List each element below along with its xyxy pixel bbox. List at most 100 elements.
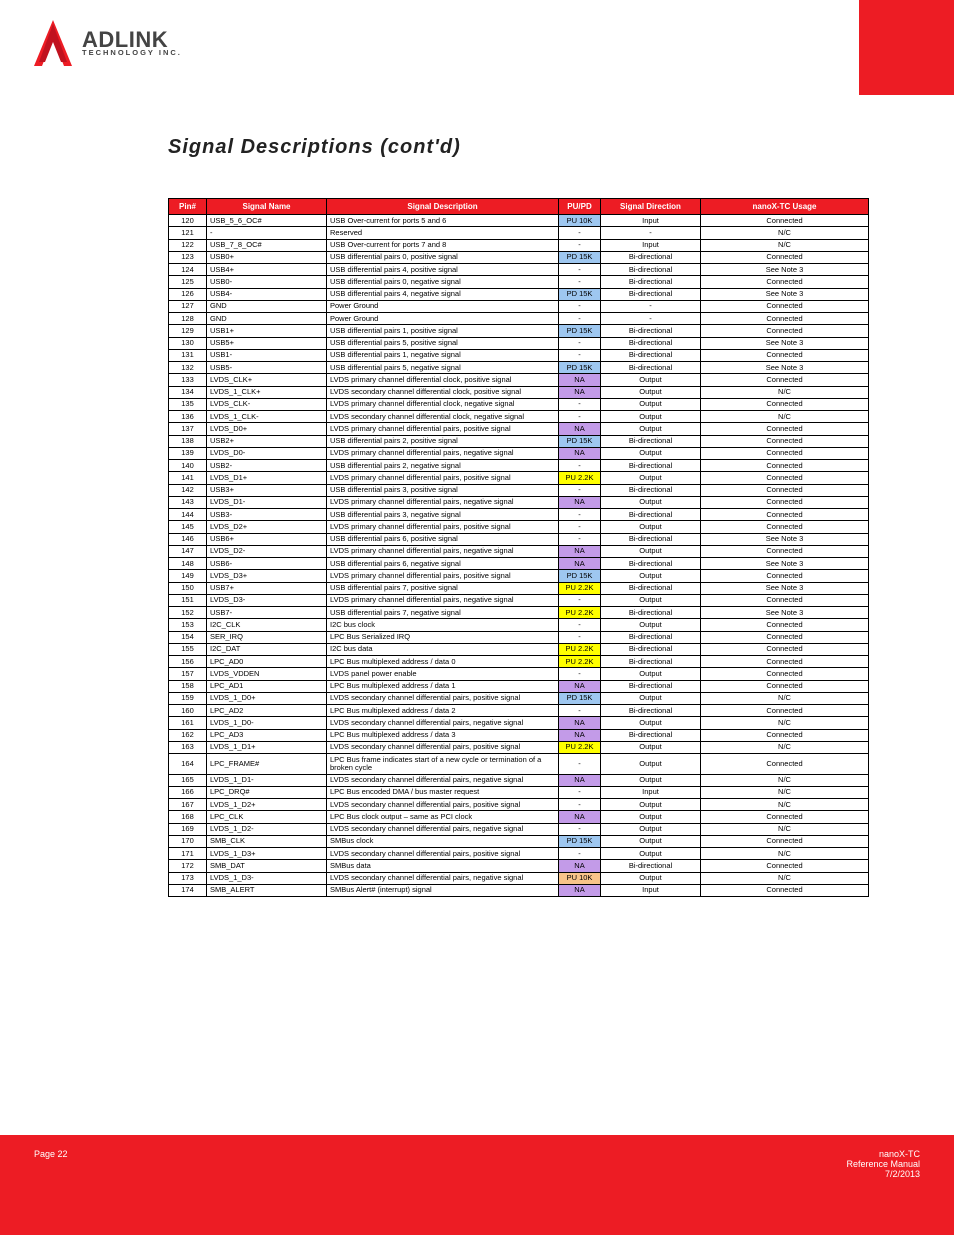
cell-usage: N/C <box>701 239 869 251</box>
cell-pin: 157 <box>169 668 207 680</box>
table-row: 146USB6+USB differential pairs 6, positi… <box>169 533 869 545</box>
cell-pin: 156 <box>169 656 207 668</box>
footer-doc-title: nanoX-TC <box>846 1149 920 1159</box>
cell-description: USB differential pairs 0, negative signa… <box>327 276 559 288</box>
cell-direction: Input <box>601 215 701 227</box>
cell-pupd: - <box>559 313 601 325</box>
cell-pin: 150 <box>169 582 207 594</box>
table-row: 159LVDS_1_D0+LVDS secondary channel diff… <box>169 692 869 704</box>
cell-direction: Input <box>601 786 701 798</box>
table-row: 156LPC_AD0LPC Bus multiplexed address / … <box>169 656 869 668</box>
table-row: 169LVDS_1_D2-LVDS secondary channel diff… <box>169 823 869 835</box>
cell-pin: 132 <box>169 362 207 374</box>
cell-pupd: NA <box>559 447 601 459</box>
cell-pin: 127 <box>169 300 207 312</box>
cell-usage: N/C <box>701 717 869 729</box>
cell-description: LVDS primary channel differential pairs,… <box>327 423 559 435</box>
cell-usage: Connected <box>701 398 869 410</box>
cell-direction: Output <box>601 545 701 557</box>
cell-usage: Connected <box>701 656 869 668</box>
table-row: 131USB1-USB differential pairs 1, negati… <box>169 349 869 361</box>
cell-direction: Bi-directional <box>601 631 701 643</box>
cell-pupd: NA <box>559 717 601 729</box>
cell-direction: Output <box>601 374 701 386</box>
cell-description: USB differential pairs 5, negative signa… <box>327 362 559 374</box>
cell-pupd: PD 15K <box>559 835 601 847</box>
brand-logo: ADLINK TECHNOLOGY INC. <box>30 18 182 68</box>
cell-pupd: PU 10K <box>559 872 601 884</box>
table-row: 139LVDS_D0-LVDS primary channel differen… <box>169 447 869 459</box>
cell-pin: 144 <box>169 509 207 521</box>
cell-usage: N/C <box>701 872 869 884</box>
cell-pupd: - <box>559 799 601 811</box>
th-desc: Signal Description <box>327 199 559 215</box>
cell-pin: 164 <box>169 754 207 775</box>
cell-usage: Connected <box>701 631 869 643</box>
cell-usage: Connected <box>701 423 869 435</box>
table-row: 148USB6-USB differential pairs 6, negati… <box>169 558 869 570</box>
table-row: 129USB1+USB differential pairs 1, positi… <box>169 325 869 337</box>
cell-signal-name: LVDS_D3- <box>207 594 327 606</box>
cell-pin: 146 <box>169 533 207 545</box>
cell-usage: See Note 3 <box>701 582 869 594</box>
cell-pin: 166 <box>169 786 207 798</box>
cell-usage: Connected <box>701 300 869 312</box>
table-row: 158LPC_AD1LPC Bus multiplexed address / … <box>169 680 869 692</box>
cell-signal-name: LPC_AD3 <box>207 729 327 741</box>
th-dir: Signal Direction <box>601 199 701 215</box>
cell-direction: Output <box>601 754 701 775</box>
cell-signal-name: LVDS_CLK+ <box>207 374 327 386</box>
table-row: 132USB5-USB differential pairs 5, negati… <box>169 362 869 374</box>
cell-usage: Connected <box>701 509 869 521</box>
cell-pin: 148 <box>169 558 207 570</box>
cell-pin: 140 <box>169 460 207 472</box>
table-row: 136LVDS_1_CLK-LVDS secondary channel dif… <box>169 411 869 423</box>
cell-pupd: - <box>559 239 601 251</box>
cell-description: USB differential pairs 4, negative signa… <box>327 288 559 300</box>
table-row: 150USB7+USB differential pairs 7, positi… <box>169 582 869 594</box>
cell-signal-name: USB2+ <box>207 435 327 447</box>
signal-table-container: Pin# Signal Name Signal Description PU/P… <box>168 198 868 897</box>
table-row: 173LVDS_1_D3-LVDS secondary channel diff… <box>169 872 869 884</box>
cell-usage: Connected <box>701 643 869 655</box>
cell-description: LVDS primary channel differential pairs,… <box>327 496 559 508</box>
cell-signal-name: USB5- <box>207 362 327 374</box>
cell-pupd: - <box>559 786 601 798</box>
cell-pupd: PD 15K <box>559 692 601 704</box>
table-row: 127GNDPower Ground--Connected <box>169 300 869 312</box>
cell-pupd: - <box>559 533 601 545</box>
cell-usage: Connected <box>701 811 869 823</box>
cell-description: LVDS secondary channel differential cloc… <box>327 386 559 398</box>
cell-signal-name: USB0+ <box>207 251 327 263</box>
cell-description: USB differential pairs 3, positive signa… <box>327 484 559 496</box>
cell-pupd: - <box>559 349 601 361</box>
table-row: 134LVDS_1_CLK+LVDS secondary channel dif… <box>169 386 869 398</box>
table-row: 126USB4-USB differential pairs 4, negati… <box>169 288 869 300</box>
cell-direction: Bi-directional <box>601 582 701 594</box>
cell-pin: 136 <box>169 411 207 423</box>
cell-description: USB differential pairs 2, positive signa… <box>327 435 559 447</box>
cell-pupd: - <box>559 631 601 643</box>
table-row: 149LVDS_D3+LVDS primary channel differen… <box>169 570 869 582</box>
table-row: 172SMB_DATSMBus dataNABi-directionalConn… <box>169 860 869 872</box>
table-row: 155I2C_DATI2C bus dataPU 2.2KBi-directio… <box>169 643 869 655</box>
cell-usage: Connected <box>701 521 869 533</box>
cell-usage: Connected <box>701 594 869 606</box>
cell-direction: Output <box>601 496 701 508</box>
cell-direction: Output <box>601 570 701 582</box>
th-use: nanoX-TC Usage <box>701 199 869 215</box>
footer-page-number: Page 22 <box>34 1149 68 1159</box>
table-row: 144USB3-USB differential pairs 3, negati… <box>169 509 869 521</box>
cell-usage: Connected <box>701 496 869 508</box>
cell-direction: Bi-directional <box>601 729 701 741</box>
table-row: 160LPC_AD2LPC Bus multiplexed address / … <box>169 705 869 717</box>
cell-pin: 142 <box>169 484 207 496</box>
cell-signal-name: USB0- <box>207 276 327 288</box>
cell-pupd: PD 15K <box>559 325 601 337</box>
cell-direction: Bi-directional <box>601 607 701 619</box>
cell-signal-name: LPC_DRQ# <box>207 786 327 798</box>
cell-direction: - <box>601 227 701 239</box>
cell-signal-name: GND <box>207 313 327 325</box>
cell-pin: 162 <box>169 729 207 741</box>
cell-usage: Connected <box>701 570 869 582</box>
